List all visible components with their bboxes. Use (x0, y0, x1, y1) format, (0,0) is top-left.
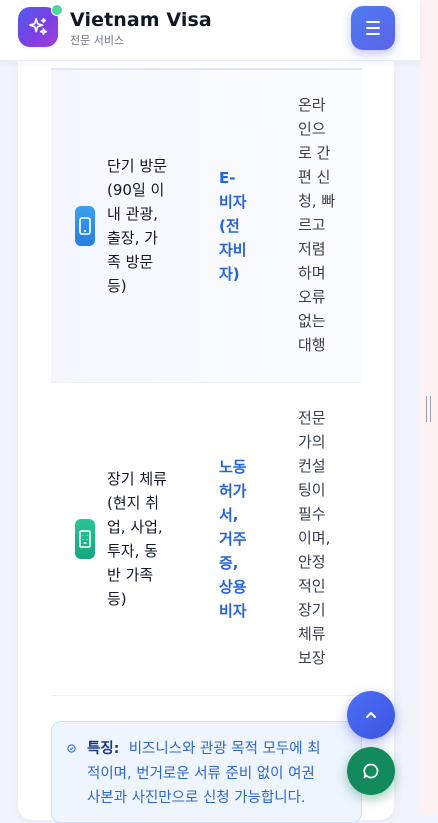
visa-purpose: 장기 체류 (현지 취 업, 사업, 투자, 동 반 가족 등) (107, 470, 167, 608)
chat-button[interactable] (347, 747, 395, 795)
row-divider (51, 695, 362, 696)
row-divider (51, 382, 362, 383)
visa-row-icon (75, 206, 95, 246)
visa-type-link[interactable]: E- 비자 (전 자비 자) (219, 166, 247, 286)
menu-button[interactable] (351, 6, 395, 50)
visa-description: 전문 가의 컨설 팅이 필수 이며, 안정 적인 장기 체류 보장 (298, 409, 331, 667)
chevron-up-icon (366, 712, 376, 718)
sparkles-icon (28, 17, 48, 36)
visa-type-link[interactable]: 노동 허가 서, 거주 증, 상용 비자 (219, 455, 247, 623)
scrollbar-grip[interactable] (426, 396, 431, 422)
site-header: Vietnam Visa 전문 서비스 (0, 0, 420, 61)
visa-purpose: 단기 방문 (90일 이 내 관광, 출장, 가 족 방문 등) (107, 157, 167, 295)
scroll-to-top-button[interactable] (347, 691, 395, 739)
feature-note: 특징: 비즈니스와 관광 목적 모두에 최 적이며, 번거로운 서류 준비 없이… (51, 721, 362, 823)
feature-note-body: 비즈니스와 관광 목적 모두에 최 적이며, 번거로운 서류 준비 없이 여권 … (87, 741, 321, 806)
brand-title[interactable]: Vietnam Visa (70, 9, 212, 31)
feature-note-text: 특징: 비즈니스와 관광 목적 모두에 최 적이며, 번거로운 서류 준비 없이… (87, 737, 349, 811)
smartphone-icon (79, 217, 91, 235)
brand-subtitle: 전문 서비스 (70, 34, 125, 47)
info-circle-icon (67, 744, 76, 753)
building-icon (79, 530, 91, 548)
visa-row-icon (75, 519, 95, 559)
visa-description: 온라 인으 로 간 편 신 청, 빠 르고 저렴 하며 오류 없는 대행 (298, 96, 336, 354)
feature-note-label: 특징: (87, 741, 120, 757)
chat-bubble-icon (363, 763, 379, 779)
online-status-dot (51, 4, 63, 16)
